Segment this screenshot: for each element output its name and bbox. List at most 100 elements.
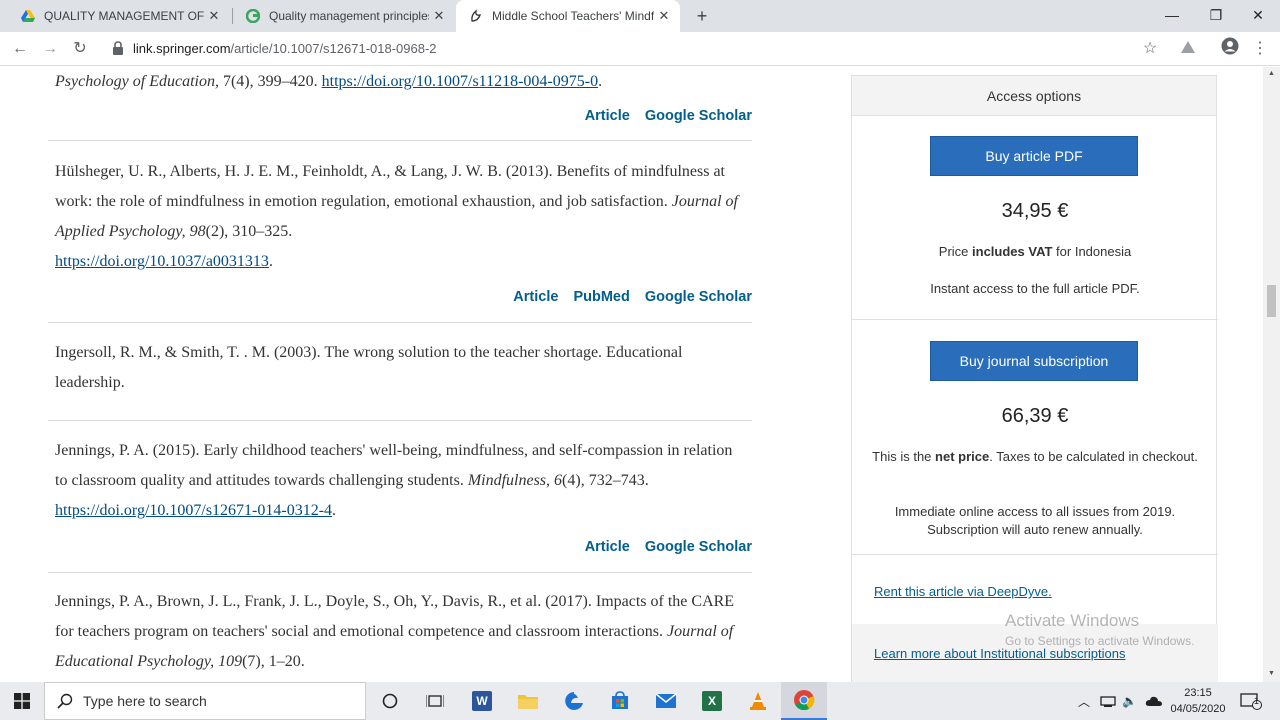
pubmed-link[interactable]: PubMed: [573, 282, 629, 312]
reference-journal: Mindfulness, 6: [467, 472, 563, 489]
forward-icon[interactable]: →: [38, 37, 62, 61]
google-drive-icon: [20, 8, 36, 24]
access-options-title: Access options: [852, 76, 1216, 116]
doi-link[interactable]: https://doi.org/10.1007/s11218-004-0975-…: [322, 73, 598, 90]
clock-date: 04/05/2020: [1170, 703, 1226, 715]
vat-note-bold: includes VAT: [972, 244, 1053, 259]
windows-taskbar: Type here to search W X ︿ 🔈 23:15 04/05/…: [0, 682, 1280, 720]
page-content: Psychology of Education, 7(4), 399–420. …: [0, 67, 1280, 682]
scroll-down-icon[interactable]: ▼: [1267, 670, 1276, 677]
vat-note-text: for Indonesia: [1052, 244, 1132, 259]
notification-count: 1: [1254, 696, 1260, 706]
menu-icon[interactable]: ⋮: [1248, 37, 1272, 61]
taskbar-clock[interactable]: 23:15 04/05/2020: [1170, 685, 1226, 717]
reference-item: Hülsheger, U. R., Alberts, H. J. E. M., …: [48, 157, 752, 277]
tab-springer-article[interactable]: Middle School Teachers' Mindful ✕: [456, 0, 680, 32]
tab-title: QUALITY MANAGEMENT OF EDU: [44, 9, 204, 23]
subscription-price: 66,39 €: [1001, 405, 1069, 427]
network-icon[interactable]: [1100, 682, 1116, 720]
reference-text: Hülsheger, U. R., Alberts, H. J. E. M., …: [55, 163, 725, 210]
url-path: /article/10.1007/s12671-018-0968-2: [230, 41, 437, 56]
reference-text: 7(4), 399–420.: [218, 73, 322, 90]
word-icon[interactable]: W: [459, 682, 505, 720]
google-scholar-link[interactable]: Google Scholar: [645, 101, 752, 131]
reference-punct: .: [268, 253, 273, 270]
new-tab-button[interactable]: +: [690, 4, 714, 28]
buy-journal-subscription-button[interactable]: Buy journal subscription: [930, 341, 1138, 381]
reference-text: Jennings, P. A., Brown, J. L., Frank, J.…: [55, 593, 735, 640]
reload-icon[interactable]: ↻: [68, 37, 92, 61]
taskbar-search-box[interactable]: Type here to search: [44, 682, 366, 720]
reference-punct: .: [598, 73, 603, 90]
springer-favicon-icon: [468, 8, 484, 24]
excel-icon[interactable]: X: [689, 682, 735, 720]
net-note-text: . Taxes to be calculated in checkout.: [989, 449, 1198, 464]
minimize-icon[interactable]: —: [1150, 0, 1194, 32]
article-link[interactable]: Article: [513, 282, 558, 312]
activate-windows-hint: Go to Settings to activate Windows.: [1005, 634, 1195, 648]
google-scholar-link[interactable]: Google Scholar: [645, 532, 752, 562]
site-favicon-icon: [245, 8, 261, 24]
extension-icon[interactable]: [1176, 37, 1200, 61]
subscription-access-note: Immediate online access to all issues fr…: [894, 504, 1176, 537]
onedrive-icon[interactable]: [1145, 682, 1163, 720]
reference-issue: (7), 1–20.: [242, 653, 305, 670]
clock-time: 23:15: [1184, 687, 1212, 699]
address-bar[interactable]: link.springer.com/article/10.1007/s12671…: [133, 41, 437, 56]
close-icon[interactable]: ✕: [429, 8, 449, 24]
notification-icon[interactable]: 1: [1240, 682, 1262, 720]
tab-quality-management[interactable]: QUALITY MANAGEMENT OF EDU ✕: [8, 0, 230, 32]
subscription-net-note: This is the net price. Taxes to be calcu…: [872, 448, 1198, 466]
article-link[interactable]: Article: [585, 532, 630, 562]
doi-link[interactable]: https://doi.org/10.1007/s12671-014-0312-…: [55, 502, 332, 519]
vat-note-text: Price: [938, 244, 973, 259]
pdf-price: 34,95 €: [1001, 200, 1069, 222]
back-icon[interactable]: ←: [8, 37, 32, 61]
page-scrollbar[interactable]: ▲ ▼: [1263, 67, 1280, 682]
reference-punct: .: [332, 502, 337, 519]
deepdyve-link[interactable]: Rent this article via DeepDyve.: [874, 584, 1052, 599]
scroll-up-icon[interactable]: ▲: [1267, 70, 1276, 77]
close-icon[interactable]: ✕: [654, 8, 674, 24]
windows-start-icon[interactable]: [0, 682, 44, 720]
reference-links: Article PubMed Google Scholar: [48, 282, 752, 312]
pdf-instant-note: Instant access to the full article PDF.: [930, 281, 1140, 296]
tab-bar: QUALITY MANAGEMENT OF EDU ✕ Quality mana…: [0, 0, 1280, 32]
tab-quality-principles[interactable]: Quality management principles a ✕: [233, 0, 455, 32]
net-note-bold: net price: [935, 449, 990, 464]
search-icon: [57, 693, 73, 709]
profile-icon[interactable]: [1218, 37, 1242, 61]
activate-windows-watermark: Activate Windows: [1005, 611, 1140, 630]
star-icon[interactable]: ☆: [1138, 37, 1162, 61]
cortana-icon[interactable]: [367, 682, 413, 720]
scroll-thumb[interactable]: [1267, 285, 1276, 317]
restore-icon[interactable]: ❐: [1194, 0, 1238, 32]
mail-icon[interactable]: [643, 682, 689, 720]
volume-icon[interactable]: 🔈: [1122, 682, 1137, 720]
reference-item: Psychology of Education, 7(4), 399–420. …: [48, 67, 752, 97]
vlc-icon[interactable]: [735, 682, 781, 720]
institutional-subscriptions-link[interactable]: Learn more about Institutional subscript…: [874, 646, 1125, 661]
net-note-text: This is the: [872, 449, 936, 464]
google-scholar-link[interactable]: Google Scholar: [645, 282, 752, 312]
pdf-vat-note: Price includes VAT for Indonesia: [872, 243, 1198, 261]
close-window-icon[interactable]: ✕: [1236, 0, 1280, 32]
article-link[interactable]: Article: [585, 101, 630, 131]
store-icon[interactable]: [597, 682, 643, 720]
tab-title: Quality management principles a: [269, 9, 429, 23]
chrome-icon[interactable]: [781, 682, 827, 720]
close-icon[interactable]: ✕: [204, 8, 224, 24]
task-view-icon[interactable]: [412, 682, 458, 720]
lock-icon[interactable]: [112, 41, 126, 55]
edge-icon[interactable]: [551, 682, 597, 720]
reference-links: Article Google Scholar: [48, 101, 752, 131]
reference-links: Article Google Scholar: [48, 532, 752, 562]
show-hidden-icons[interactable]: ︿: [1078, 682, 1090, 720]
reference-journal: Psychology of Education,: [55, 73, 219, 90]
doi-link[interactable]: https://doi.org/10.1037/a0031313: [55, 253, 269, 270]
file-explorer-icon[interactable]: [505, 682, 551, 720]
reference-issue: (2), 310–325.: [205, 223, 293, 240]
search-placeholder: Type here to search: [83, 693, 207, 709]
reference-item: Jennings, P. A., Brown, J. L., Frank, J.…: [48, 587, 752, 677]
buy-article-pdf-button[interactable]: Buy article PDF: [930, 136, 1138, 176]
